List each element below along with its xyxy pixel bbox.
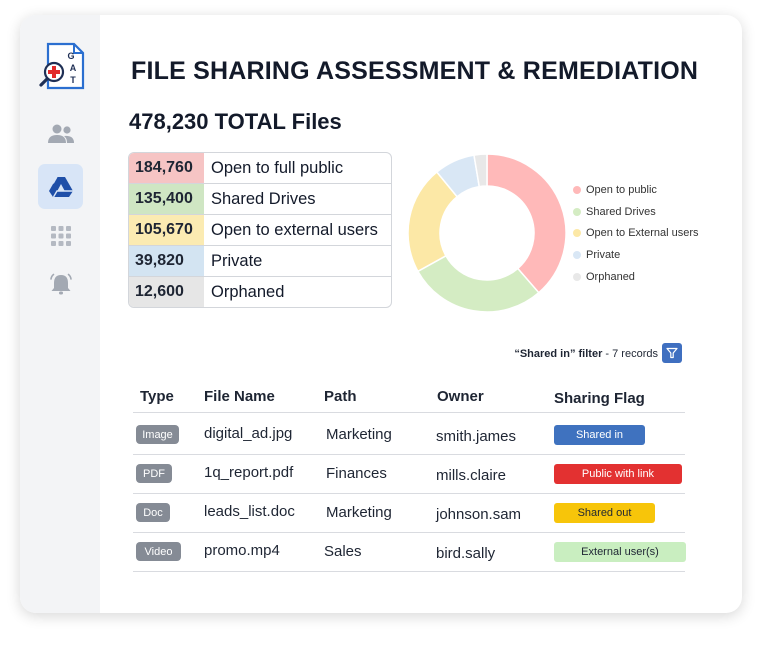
legend-swatch <box>573 207 581 216</box>
legend-swatch <box>573 185 581 194</box>
filter-icon <box>666 347 678 359</box>
sharing-flag-badge: External user(s) <box>554 542 686 562</box>
svg-text:T: T <box>70 75 76 85</box>
legend-item: Open to public <box>573 179 699 201</box>
stats-table: 184,760 Open to full public 135,400 Shared … <box>128 152 392 308</box>
stat-row: 39,820 Private <box>129 245 391 276</box>
legend-label: Open to public <box>586 183 657 196</box>
dashboard-card: G A T FILE SHARING ASSESSMENT & REMEDIAT… <box>20 15 742 613</box>
stat-label: Shared Drives <box>211 189 316 208</box>
file-name[interactable]: leads_list.doc <box>204 503 295 520</box>
col-sharing-flag-header: Sharing Flag <box>554 390 645 407</box>
file-type-badge: Image <box>136 425 179 444</box>
stat-row: 12,600 Orphaned <box>129 276 391 307</box>
legend-item: Orphaned <box>573 266 699 288</box>
sharing-donut-chart <box>407 153 567 313</box>
donut-slice <box>416 254 540 313</box>
stat-row: 105,670 Open to external users <box>129 214 391 245</box>
legend-label: Private <box>586 249 621 262</box>
sharing-flag-badge: Public with link <box>554 464 682 484</box>
legend-label: Orphaned <box>586 271 635 284</box>
legend-label: Open to External users <box>586 227 699 240</box>
file-path: Marketing <box>326 426 392 443</box>
chart-legend: Open to public Shared Drives Open to Exter… <box>573 179 699 288</box>
stat-row: 184,760 Open to full public <box>129 153 391 183</box>
sharing-flag-badge: Shared out <box>554 503 655 523</box>
file-name[interactable]: 1q_report.pdf <box>204 464 293 481</box>
page-title: FILE SHARING ASSESSMENT & REMEDIATION <box>131 57 699 85</box>
sidebar-item-users[interactable] <box>38 111 83 156</box>
legend-item: Private <box>573 244 699 266</box>
col-path-header: Path <box>324 388 357 405</box>
sidebar-item-alerts[interactable] <box>38 261 83 306</box>
file-owner: smith.james <box>436 428 517 445</box>
google-drive-icon <box>48 176 73 197</box>
filter-count: - 7 records <box>602 348 658 360</box>
file-type-badge: PDF <box>136 464 172 483</box>
sidebar-item-drive[interactable] <box>38 164 83 209</box>
row-divider <box>133 493 685 494</box>
file-path: Sales <box>324 543 362 560</box>
stat-row: 135,400 Shared Drives <box>129 183 391 214</box>
legend-item: Open to External users <box>573 223 699 245</box>
stat-label: Open to full public <box>211 158 344 177</box>
stat-value: 12,600 <box>129 277 204 307</box>
file-name[interactable]: promo.mp4 <box>204 542 280 559</box>
filter-label: “Shared in” filter <box>514 348 603 360</box>
row-divider <box>133 571 685 572</box>
filter-summary: “Shared in” filter - 7 records <box>430 348 658 360</box>
file-type-badge: Doc <box>136 503 170 522</box>
row-divider <box>133 454 685 455</box>
file-owner: johnson.sam <box>436 506 522 523</box>
sidebar-item-apps[interactable] <box>38 213 83 258</box>
file-path: Finances <box>326 465 387 482</box>
legend-item: Shared Drives <box>573 201 699 223</box>
file-type-badge: Video <box>136 542 181 561</box>
filter-button[interactable] <box>662 343 682 363</box>
stat-value: 39,820 <box>129 246 204 276</box>
stat-value: 184,760 <box>129 153 204 183</box>
donut-slice <box>486 153 567 294</box>
header-divider <box>133 412 685 413</box>
row-divider <box>133 532 685 533</box>
col-owner-header: Owner <box>437 388 484 405</box>
sidebar: G A T <box>20 15 100 613</box>
legend-swatch <box>573 229 581 238</box>
legend-label: Shared Drives <box>586 205 656 218</box>
apps-grid-icon <box>50 225 71 246</box>
stat-value: 105,670 <box>129 215 204 245</box>
stat-value: 135,400 <box>129 184 204 214</box>
col-file-name-header: File Name <box>204 388 275 405</box>
sharing-flag-badge: Shared in <box>554 425 645 445</box>
file-owner: mills.claire <box>436 467 507 484</box>
bell-icon <box>49 273 72 294</box>
total-files: 478,230 TOTAL Files <box>129 109 342 134</box>
col-type-header: Type <box>140 388 174 405</box>
users-icon <box>47 124 74 143</box>
stat-label: Orphaned <box>211 282 285 301</box>
file-name[interactable]: digital_ad.jpg <box>204 425 292 442</box>
stat-label: Private <box>211 251 263 270</box>
stat-label: Open to external users <box>211 220 378 239</box>
svg-text:A: A <box>70 63 77 73</box>
legend-swatch <box>573 273 581 282</box>
gat-logo: G A T <box>39 42 85 90</box>
file-path: Marketing <box>326 504 392 521</box>
svg-text:G: G <box>67 51 74 61</box>
file-owner: bird.sally <box>436 545 496 562</box>
legend-swatch <box>573 251 581 260</box>
